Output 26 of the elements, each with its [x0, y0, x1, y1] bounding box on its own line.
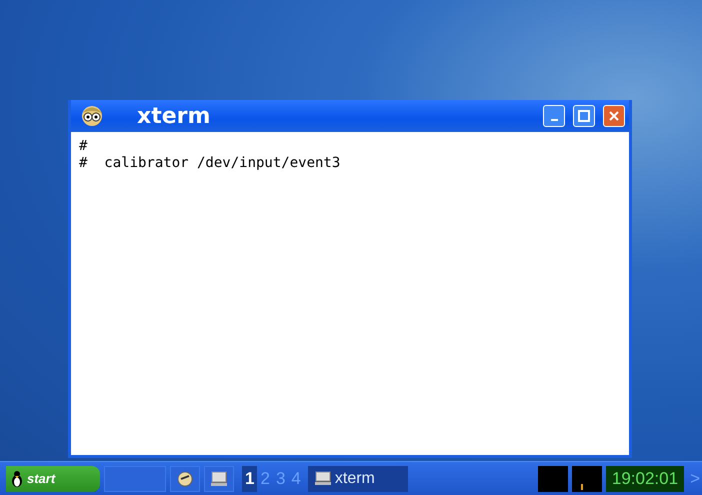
- workspace-button[interactable]: 2: [257, 466, 273, 492]
- workspace-button[interactable]: 1: [242, 466, 258, 492]
- clock: 19:02:01: [606, 466, 684, 492]
- tray-indicator: [538, 466, 568, 492]
- penguin-icon: [10, 470, 24, 488]
- monitor-icon: [314, 470, 332, 486]
- clock-dial-icon: [175, 470, 195, 488]
- load-graph-icon: [572, 466, 602, 492]
- start-button[interactable]: start: [6, 466, 100, 492]
- minimize-icon: [550, 119, 558, 121]
- more-button[interactable]: >: [688, 468, 702, 488]
- monitor-icon: [209, 470, 229, 488]
- terminal-launcher-button[interactable]: [204, 466, 234, 492]
- terminal-line: #: [79, 138, 88, 155]
- maximize-icon: [578, 110, 590, 122]
- close-button[interactable]: [603, 105, 625, 127]
- launcher-button[interactable]: [170, 466, 200, 492]
- minimize-button[interactable]: [543, 105, 565, 127]
- task-button[interactable]: xterm: [308, 466, 408, 492]
- close-icon: [608, 110, 620, 122]
- face-with-glasses-icon: [79, 104, 105, 128]
- maximize-button[interactable]: [573, 105, 595, 127]
- workspace-button[interactable]: 4: [288, 466, 304, 492]
- window-title: xterm: [137, 104, 210, 128]
- terminal-line: # calibrator /dev/input/event3: [79, 155, 340, 172]
- workspace-button[interactable]: 3: [272, 466, 288, 492]
